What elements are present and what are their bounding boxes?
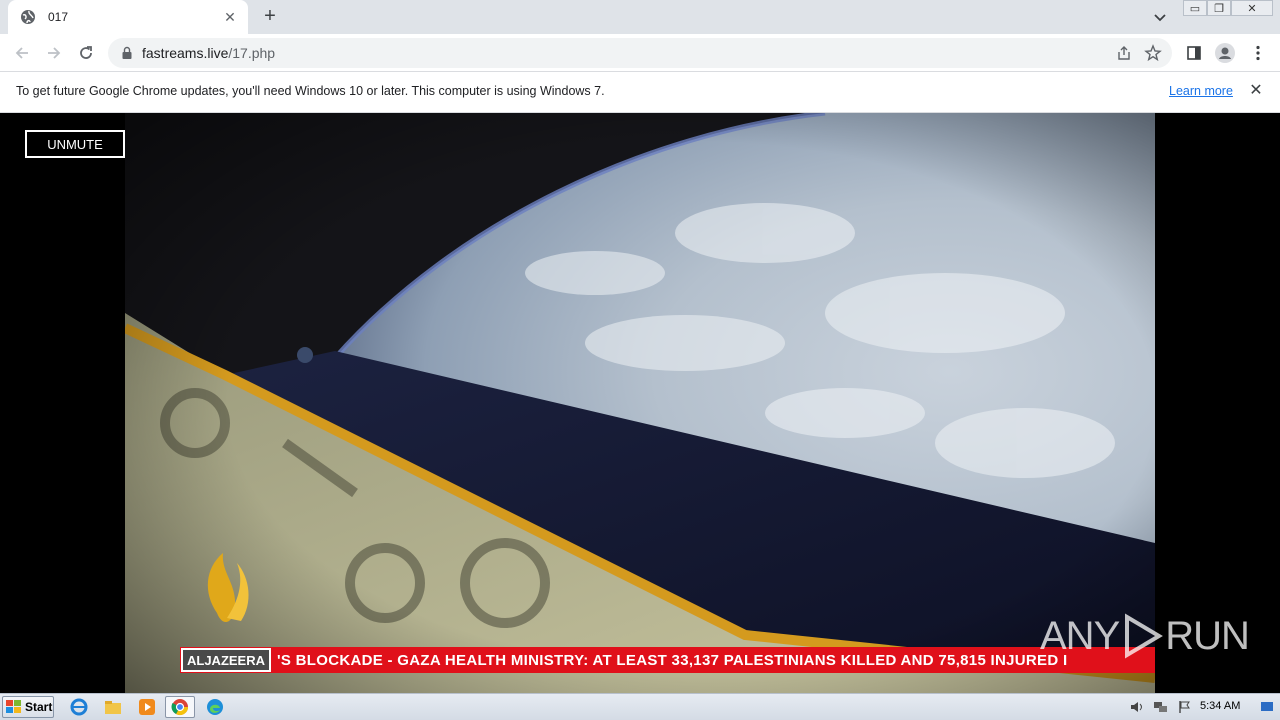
- profile-avatar-icon[interactable]: [1215, 43, 1235, 63]
- start-button[interactable]: Start: [2, 696, 54, 718]
- channel-logo-label: ALJAZEERA: [181, 648, 272, 672]
- window-close-button[interactable]: ✕: [1231, 0, 1273, 16]
- video-frame-image: [125, 113, 1155, 693]
- start-label: Start: [25, 700, 53, 714]
- browser-toolbar: fastreams.live/17.php: [0, 34, 1280, 72]
- tab-active[interactable]: 017 ✕: [8, 0, 248, 34]
- menu-kebab-icon[interactable]: [1248, 43, 1268, 63]
- update-infobar: To get future Google Chrome updates, you…: [0, 72, 1280, 113]
- media-player-icon[interactable]: [136, 697, 158, 717]
- edge-icon[interactable]: [204, 697, 226, 717]
- side-panel-icon[interactable]: [1184, 43, 1204, 63]
- file-explorer-icon[interactable]: [102, 697, 124, 717]
- window-controls: ▭ ❐ ✕: [1183, 0, 1273, 18]
- globe-icon: [20, 9, 36, 25]
- network-icon[interactable]: [1152, 698, 1170, 716]
- lock-icon[interactable]: [120, 46, 134, 60]
- windows-logo-icon: [6, 700, 21, 713]
- forward-icon[interactable]: [44, 43, 64, 63]
- reload-icon[interactable]: [76, 43, 96, 63]
- chevron-down-icon[interactable]: [1152, 9, 1168, 25]
- learn-more-link[interactable]: Learn more: [1169, 84, 1233, 98]
- new-tab-button[interactable]: +: [260, 6, 280, 27]
- infobar-message: To get future Google Chrome updates, you…: [16, 84, 605, 98]
- video-player[interactable]: [125, 113, 1155, 693]
- anyrun-watermark: ANY RUN: [1040, 611, 1250, 661]
- infobar-close-icon[interactable]: ✕: [1248, 83, 1264, 99]
- restore-button[interactable]: ❐: [1207, 0, 1231, 16]
- page-content: UNMUTE ALJAZEERA 'S BLOCKADE - GAZA HEAL…: [0, 113, 1280, 693]
- url-path: /17.php: [228, 45, 276, 61]
- share-icon[interactable]: [1116, 45, 1132, 61]
- minimize-button[interactable]: ▭: [1183, 0, 1207, 16]
- action-center-flag-icon[interactable]: [1176, 698, 1194, 716]
- watermark-right: RUN: [1165, 613, 1250, 658]
- play-triangle-icon: [1125, 613, 1164, 659]
- volume-icon[interactable]: [1128, 698, 1146, 716]
- ticker-text: 'S BLOCKADE - GAZA HEALTH MINISTRY: AT L…: [277, 651, 1068, 669]
- url-host: fastreams.live: [142, 45, 229, 61]
- tab-strip: 017 ✕ + ▭ ❐ ✕: [0, 0, 1280, 34]
- news-ticker: ALJAZEERA 'S BLOCKADE - GAZA HEALTH MINI…: [180, 647, 1155, 673]
- unmute-button[interactable]: UNMUTE: [25, 130, 125, 158]
- watermark-left: ANY: [1040, 613, 1120, 658]
- address-bar[interactable]: fastreams.live/17.php: [108, 38, 1172, 68]
- tab-close-icon[interactable]: ✕: [222, 9, 238, 25]
- show-desktop-icon[interactable]: [1258, 698, 1276, 716]
- chrome-taskbar-icon[interactable]: [165, 696, 195, 718]
- system-clock: 5:34 AM: [1200, 700, 1241, 712]
- windows-taskbar: Start 5:34 AM: [0, 693, 1280, 720]
- back-icon[interactable]: [12, 43, 32, 63]
- bookmark-star-icon[interactable]: [1144, 44, 1162, 62]
- url-text: fastreams.live/17.php: [142, 45, 275, 61]
- internet-explorer-icon[interactable]: [68, 697, 90, 717]
- tab-title: 017: [48, 10, 69, 24]
